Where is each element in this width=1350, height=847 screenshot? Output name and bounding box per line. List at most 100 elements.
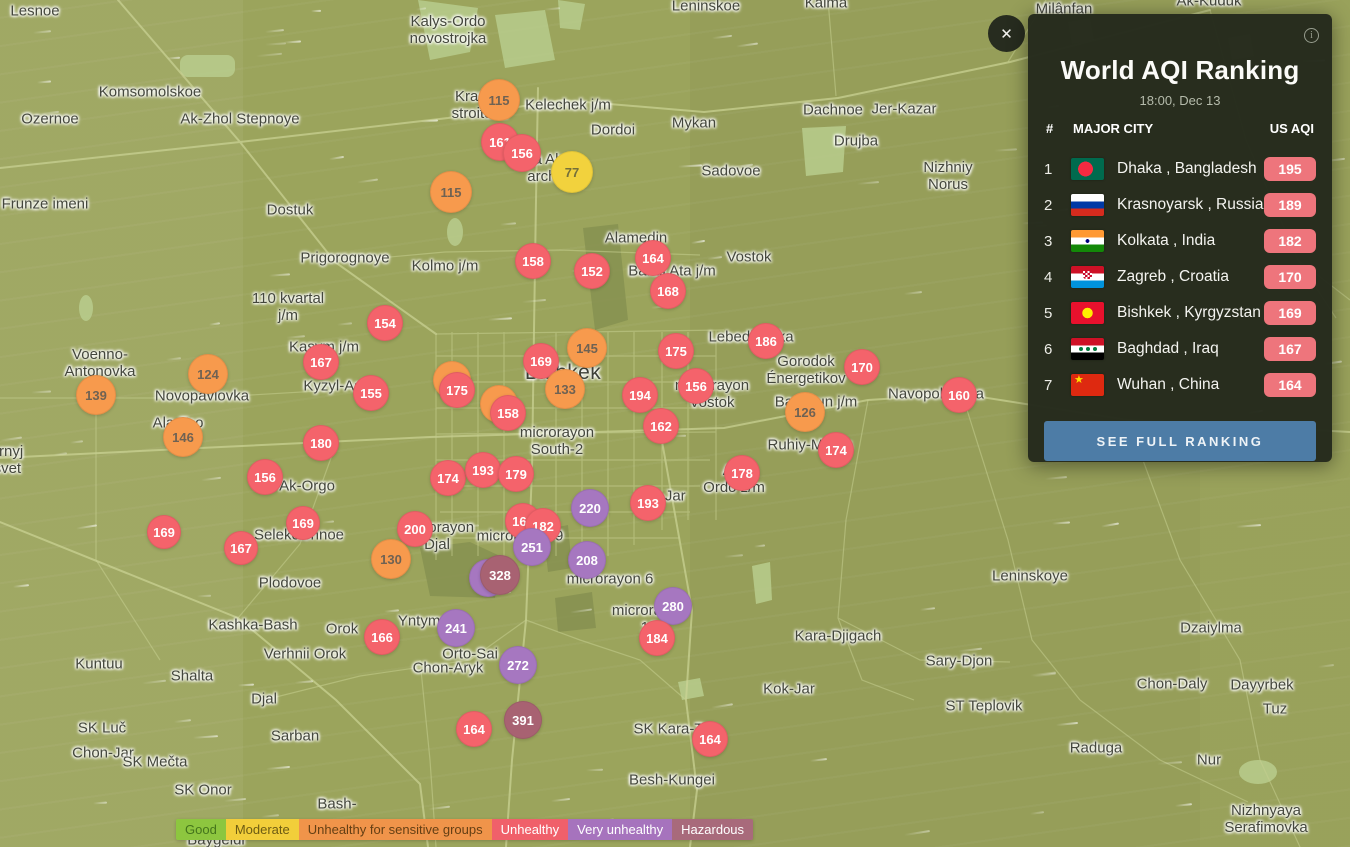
map-place-label: Dostuk [267,203,314,220]
aqi-marker[interactable]: 174 [430,460,466,496]
column-rank: # [1046,121,1053,136]
city-name: Bishkek , Kyrgyzstan [1117,304,1264,322]
aqi-marker[interactable]: 145 [567,328,607,368]
aqi-marker[interactable]: 164 [692,721,728,757]
aqi-badge: 189 [1264,193,1316,217]
aqi-marker[interactable]: 179 [498,456,534,492]
info-icon[interactable]: i [1304,28,1319,43]
aqi-marker[interactable]: 175 [658,333,694,369]
rank-number: 1 [1044,161,1071,178]
aqi-marker[interactable]: 156 [247,459,283,495]
flag-india [1071,230,1104,252]
aqi-marker[interactable]: 178 [724,455,760,491]
ranking-row[interactable]: 7Wuhan , China164 [1044,367,1316,403]
aqi-marker[interactable]: 168 [650,273,686,309]
aqi-marker[interactable]: 160 [941,377,977,413]
map-place-label: Verhnii Orok [264,647,347,664]
aqi-marker[interactable]: 170 [844,349,880,385]
aqi-marker[interactable]: 241 [437,609,475,647]
rank-number: 7 [1044,377,1071,394]
ranking-row[interactable]: 4Zagreb , Croatia170 [1044,259,1316,295]
aqi-marker[interactable]: 175 [439,372,475,408]
aqi-legend: GoodModerateUnhealthy for sensitive grou… [176,819,753,840]
aqi-marker[interactable]: 169 [147,515,181,549]
close-button[interactable]: ✕ [988,15,1025,52]
map-place-label: 110 kvartal j/m [252,291,324,325]
aqi-marker[interactable]: 139 [76,375,116,415]
map-place-label: Komsomolskoe [99,85,202,102]
map-place-label: Kara-Djigach [795,629,882,646]
ranking-row[interactable]: 5Bishkek , Kyrgyzstan169 [1044,295,1316,331]
map-place-label: ST Teplovik [946,699,1023,716]
aqi-marker[interactable]: 186 [748,323,784,359]
aqi-marker[interactable]: 115 [430,171,472,213]
aqi-marker[interactable]: 133 [545,369,585,409]
ranking-row[interactable]: 3Kolkata , India182 [1044,223,1316,259]
aqi-marker[interactable]: 126 [785,392,825,432]
legend-item-hazardous: Hazardous [672,819,753,840]
city-name: Kolkata , India [1117,232,1264,250]
aqi-marker[interactable]: 146 [163,417,203,457]
aqi-marker[interactable]: 391 [504,701,542,739]
map-place-label: Prigorognoye [300,251,389,268]
map-place-label: Kolmo j/m [412,259,479,276]
aqi-marker[interactable]: 164 [635,240,671,276]
map-place-label: Leninskoye [992,569,1068,586]
map-place-label: Chon-Daly [1137,677,1208,694]
see-full-ranking-button[interactable]: SEE FULL RANKING [1044,421,1316,461]
map-place-label: SK Mečta [122,755,187,772]
aqi-marker[interactable]: 251 [513,528,551,566]
aqi-marker[interactable]: 158 [515,243,551,279]
aqi-marker[interactable]: 184 [639,620,675,656]
map-place-label: Jer-Kazar [871,102,936,119]
flag-kyrgyzstan [1071,302,1104,324]
aqi-marker[interactable]: 169 [286,506,320,540]
ranking-row[interactable]: 2Krasnoyarsk , Russia189 [1044,187,1316,223]
map-place-label: Plodovoe [259,576,322,593]
aqi-marker[interactable]: 155 [353,375,389,411]
flag-bangladesh [1071,158,1104,180]
ranking-row[interactable]: 1Dhaka , Bangladesh195 [1044,151,1316,187]
aqi-marker[interactable]: 167 [224,531,258,565]
map-place-label: Bash- [317,797,356,814]
aqi-marker[interactable]: 152 [574,253,610,289]
aqi-badge: 195 [1264,157,1316,181]
aqi-marker[interactable]: 156 [503,134,541,172]
flag-russia [1071,194,1104,216]
aqi-marker[interactable]: 166 [364,619,400,655]
map-place-label: Kalys-Ordo novostrojka [410,14,487,48]
aqi-map[interactable]: LesnoeKalys-Ordo novostrojkaLeninskoeKal… [0,0,1350,847]
flag-iraq [1071,338,1104,360]
aqi-marker[interactable]: 77 [551,151,593,193]
map-place-label: Nur [1197,753,1221,770]
aqi-marker[interactable]: 180 [303,425,339,461]
map-place-label: Leninskoe [672,0,740,15]
map-place-label: Kelechek j/m [525,98,611,115]
aqi-marker[interactable]: 124 [188,354,228,394]
map-place-label: Dzaiylma [1180,621,1242,638]
ranking-row[interactable]: 6Baghdad , Iraq167 [1044,331,1316,367]
aqi-marker[interactable]: 167 [303,344,339,380]
aqi-marker[interactable]: 193 [630,485,666,521]
legend-item-very-unhealthy: Very unhealthy [568,819,672,840]
map-place-label: Severnyj Rassvet [0,444,23,478]
aqi-marker[interactable]: 194 [622,377,658,413]
aqi-marker[interactable]: 162 [643,408,679,444]
aqi-marker[interactable]: 220 [571,489,609,527]
aqi-marker[interactable]: 130 [371,539,411,579]
flag-croatia [1071,266,1104,288]
aqi-marker[interactable]: 272 [499,646,537,684]
aqi-marker[interactable]: 328 [480,555,520,595]
aqi-marker[interactable]: 193 [465,452,501,488]
aqi-marker[interactable]: 164 [456,711,492,747]
aqi-marker[interactable]: 158 [490,395,526,431]
aqi-marker[interactable]: 156 [678,368,714,404]
aqi-marker[interactable]: 154 [367,305,403,341]
map-place-label: Lesnoe [10,4,59,21]
city-name: Zagreb , Croatia [1117,268,1264,286]
map-place-label: Dayyrbek [1230,678,1293,695]
city-name: Baghdad , Iraq [1117,340,1264,358]
aqi-marker[interactable]: 115 [478,79,520,121]
aqi-marker[interactable]: 208 [568,541,606,579]
aqi-marker[interactable]: 174 [818,432,854,468]
